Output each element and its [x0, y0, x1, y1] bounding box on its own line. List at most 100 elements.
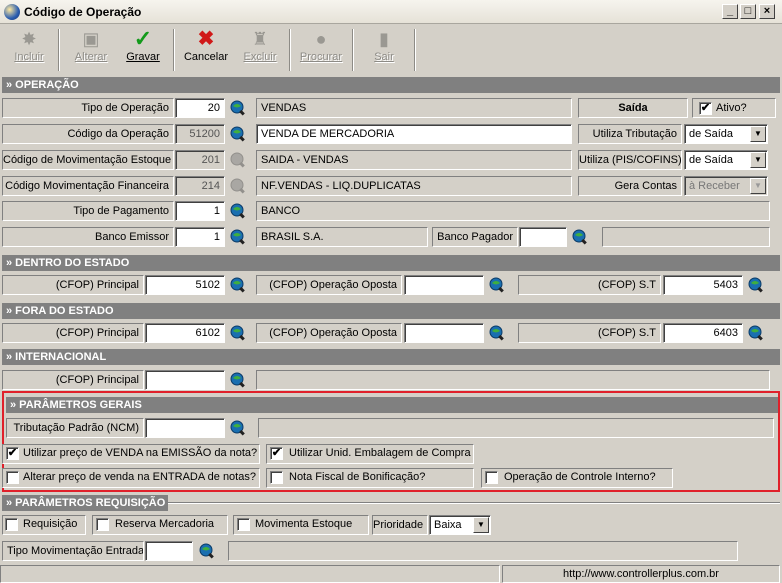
reserva-checkbox[interactable] [96, 518, 109, 531]
controle-interno-checkbox[interactable] [485, 471, 498, 484]
maximize-button[interactable]: □ [740, 4, 756, 19]
search-icon[interactable] [230, 420, 246, 436]
toolbar-separator [289, 29, 291, 71]
search-icon[interactable] [199, 543, 215, 559]
tipo-pagamento-description: BANCO [256, 201, 770, 221]
search-icon[interactable] [489, 277, 505, 293]
utiliza-pis-label: Utiliza (PIS/COFINS) [578, 150, 682, 170]
utilizar-preco-label: Utilizar preço de VENDA na EMISSÃO da no… [23, 447, 258, 459]
minimize-button[interactable]: _ [722, 4, 738, 19]
search-icon[interactable] [572, 229, 588, 245]
banco-emissor-label: Banco Emissor [2, 227, 174, 247]
search-icon[interactable] [230, 203, 246, 219]
tipo-operacao-input[interactable]: 20 [175, 98, 225, 118]
ativo-label: Ativo? [716, 102, 747, 114]
status-pane-left [0, 565, 500, 583]
search-icon[interactable] [230, 277, 246, 293]
utilizar-unid-label: Utilizar Unid. Embalagem de Compra [289, 447, 471, 459]
mov-estoque-input[interactable]: 201 [175, 150, 225, 170]
search-icon[interactable] [748, 325, 764, 341]
fora-oposta-label: (CFOP) Operação Oposta [256, 323, 402, 343]
fora-oposta-input[interactable] [404, 323, 484, 343]
dentro-st-label: (CFOP) S.T [518, 275, 661, 295]
mov-financeira-label: Código Movimentação Financeira [2, 176, 174, 196]
internacional-description [256, 370, 770, 390]
status-bar: http://www.controllerplus.com.br [0, 563, 782, 583]
codigo-operacao-description[interactable]: VENDA DE MERCADORIA [256, 124, 572, 144]
mov-financeira-input[interactable]: 214 [175, 176, 225, 196]
search-icon[interactable] [230, 126, 246, 142]
tipo-mov-description [228, 541, 738, 561]
prioridade-select[interactable]: Baixa ▼ [429, 515, 491, 535]
close-button[interactable]: × [759, 4, 775, 19]
internacional-principal-label: (CFOP) Principal [2, 370, 144, 390]
prioridade-label: Prioridade [372, 515, 428, 535]
utiliza-tributacao-label: Utiliza Tributação [578, 124, 682, 144]
toolbar-separator [352, 29, 354, 71]
search-icon[interactable] [230, 325, 246, 341]
exit-door-icon: ▮ [379, 29, 389, 49]
dentro-st-input[interactable]: 5403 [663, 275, 743, 295]
gera-contas-select[interactable]: à Receber ▼ [684, 176, 768, 196]
delete-icon: ♜ [251, 29, 269, 49]
utilizar-unid-checkbox[interactable]: ✔ [270, 447, 283, 460]
search-icon[interactable] [230, 229, 246, 245]
tipo-operacao-label: Tipo de Operação [2, 98, 174, 118]
nota-bonificacao-checkbox[interactable] [270, 471, 283, 484]
fora-st-input[interactable]: 6403 [663, 323, 743, 343]
tipo-mov-label: Tipo Movimentação Entrada [2, 541, 144, 561]
tributacao-input[interactable] [145, 418, 225, 438]
banco-emissor-input[interactable]: 1 [175, 227, 225, 247]
dentro-principal-input[interactable]: 5102 [145, 275, 225, 295]
internacional-principal-input[interactable] [145, 370, 225, 390]
search-icon[interactable] [489, 325, 505, 341]
dentro-oposta-input[interactable] [404, 275, 484, 295]
movimenta-label: Movimenta Estoque [255, 518, 353, 530]
controle-interno-label: Operação de Controle Interno? [504, 471, 656, 483]
codigo-operacao-input[interactable]: 51200 [175, 124, 225, 144]
ativo-checkbox[interactable]: ✔ [699, 102, 712, 115]
movimenta-checkbox[interactable] [237, 518, 250, 531]
chevron-down-icon: ▼ [473, 517, 489, 533]
section-operacao: » OPERAÇÃO [2, 77, 780, 93]
utilizar-preco-checkbox[interactable]: ✔ [6, 447, 19, 460]
excluir-button[interactable]: ♜ Excluir [231, 29, 289, 71]
section-parametros-gerais: » PARÂMETROS GERAIS [6, 397, 778, 413]
search-icon[interactable] [748, 277, 764, 293]
utiliza-pis-select[interactable]: de Saída ▼ [684, 150, 768, 170]
incluir-button[interactable]: ✸ Incluir [0, 29, 58, 71]
alterar-preco-checkbox[interactable] [6, 471, 19, 484]
status-url: http://www.controllerplus.com.br [502, 565, 780, 583]
alterar-button[interactable]: ▣ Alterar [62, 29, 120, 71]
requisicao-checkbox[interactable] [5, 518, 18, 531]
dentro-oposta-label: (CFOP) Operação Oposta [256, 275, 402, 295]
section-parametros-requisicao: » PARÂMETROS REQUISIÇÃO [2, 495, 168, 511]
tributacao-description [258, 418, 774, 438]
cancel-x-icon: ✖ [197, 28, 215, 50]
fora-principal-input[interactable]: 6102 [145, 323, 225, 343]
search-icon[interactable] [230, 100, 246, 116]
section-divider [168, 502, 780, 504]
cancelar-button[interactable]: ✖ Cancelar [177, 29, 235, 71]
gravar-button[interactable]: ✓ Gravar [114, 26, 172, 71]
search-icon[interactable] [230, 152, 246, 168]
nota-bonificacao-label: Nota Fiscal de Bonificação? [289, 471, 426, 483]
gera-contas-label: Gera Contas [578, 176, 682, 196]
tipo-pagamento-input[interactable]: 1 [175, 201, 225, 221]
tipo-pagamento-label: Tipo de Pagamento [2, 201, 174, 221]
banco-pagador-input[interactable] [519, 227, 567, 247]
section-dentro-do-estado: » DENTRO DO ESTADO [2, 255, 780, 271]
procurar-button[interactable]: ● Procurar [292, 29, 350, 71]
sair-button[interactable]: ▮ Sair [355, 29, 413, 71]
utiliza-tributacao-select[interactable]: de Saída ▼ [684, 124, 768, 144]
codigo-operacao-label: Código da Operação [2, 124, 174, 144]
tipo-operacao-description: VENDAS [256, 98, 572, 118]
banco-pagador-description [602, 227, 770, 247]
checkmark-icon: ✓ [133, 26, 153, 51]
search-icon[interactable] [230, 178, 246, 194]
tipo-mov-input[interactable] [145, 541, 193, 561]
search-icon[interactable] [230, 372, 246, 388]
app-globe-icon [4, 4, 20, 20]
chevron-down-icon: ▼ [750, 126, 766, 142]
search-icon: ● [315, 29, 327, 49]
